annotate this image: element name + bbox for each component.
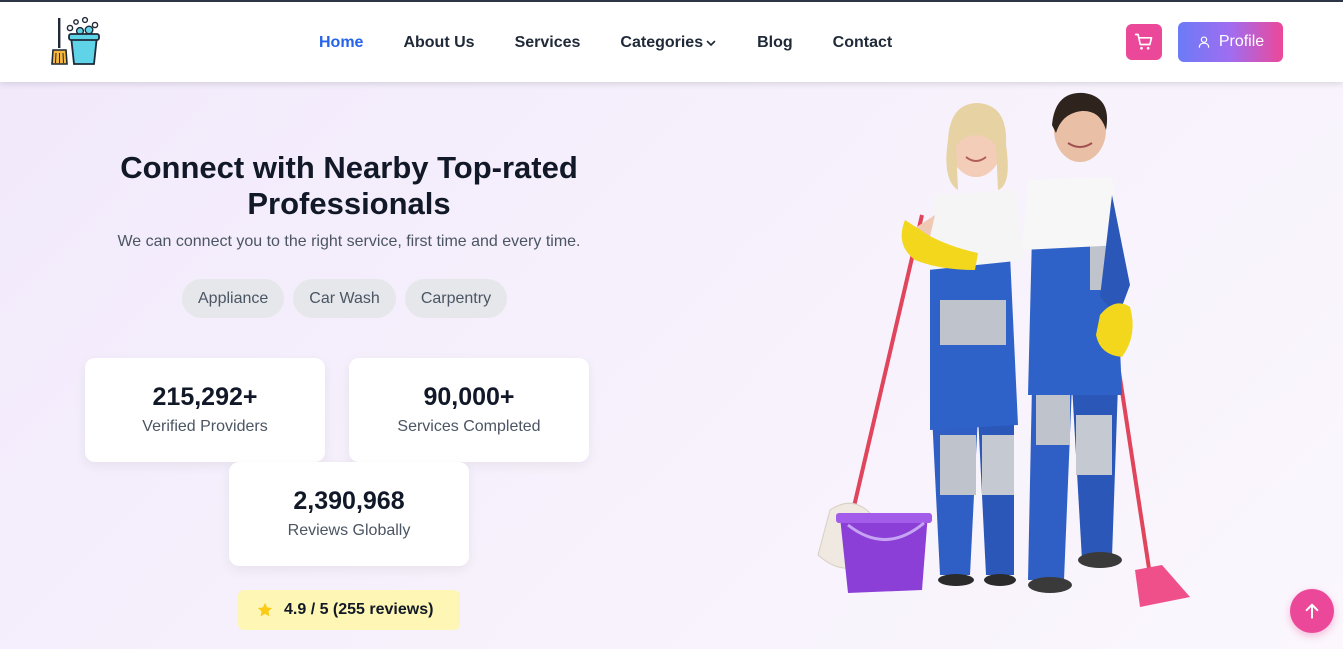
cleaners-hero-image	[817, 92, 1190, 607]
stat-label: Verified Providers	[142, 418, 268, 435]
nav-services[interactable]: Services	[515, 34, 581, 52]
shopping-cart-icon	[1134, 33, 1153, 50]
rating-text: 4.9 / 5 (255 reviews)	[284, 601, 434, 618]
nav-home[interactable]: Home	[319, 34, 363, 52]
cart-button[interactable]	[1126, 24, 1162, 60]
site-header: Home About Us Services Categories Blog C…	[0, 2, 1343, 82]
profile-label: Profile	[1218, 33, 1265, 50]
rating-badge: 4.9 / 5 (255 reviews)	[238, 590, 460, 630]
profile-button[interactable]: Profile	[1178, 22, 1283, 62]
logo[interactable]	[50, 16, 100, 68]
nav-contact[interactable]: Contact	[833, 34, 893, 52]
star-icon	[257, 602, 273, 617]
nav-blog[interactable]: Blog	[757, 34, 793, 52]
category-chips: Appliance Car Wash Carpentry	[182, 279, 508, 318]
main-nav: Home About Us Services Categories Blog C…	[319, 33, 892, 53]
nav-categories[interactable]: Categories	[620, 34, 717, 52]
stat-value: 90,000+	[423, 383, 515, 411]
hero-title: Connect with Nearby Top-rated Profession…	[80, 150, 618, 222]
chip-carpentry[interactable]: Carpentry	[404, 279, 508, 318]
stat-card-services-completed: 90,000+ Services Completed	[349, 358, 589, 462]
nav-about-us[interactable]: About Us	[403, 34, 474, 52]
stat-value: 2,390,968	[293, 487, 405, 515]
scroll-to-top-button[interactable]	[1290, 589, 1334, 633]
stat-value: 215,292+	[152, 383, 258, 411]
chip-car-wash[interactable]: Car Wash	[293, 279, 396, 318]
arrow-up-icon	[1305, 603, 1319, 619]
nav-categories-label: Categories	[620, 34, 704, 51]
hero-subtitle: We can connect you to the right service,…	[117, 233, 581, 250]
chip-appliance[interactable]: Appliance	[182, 279, 285, 318]
stat-card-verified-providers: 215,292+ Verified Providers	[85, 358, 325, 462]
cleaning-logo-icon	[51, 16, 100, 65]
stat-card-reviews-globally: 2,390,968 Reviews Globally	[229, 462, 469, 566]
stat-label: Services Completed	[397, 418, 541, 435]
hero-title-line2: Professionals	[247, 186, 451, 221]
stat-label: Reviews Globally	[287, 522, 411, 539]
user-icon	[1198, 36, 1210, 48]
hero-title-line1: Connect with Nearby Top-rated	[120, 150, 578, 185]
chevron-down-icon	[706, 40, 716, 46]
